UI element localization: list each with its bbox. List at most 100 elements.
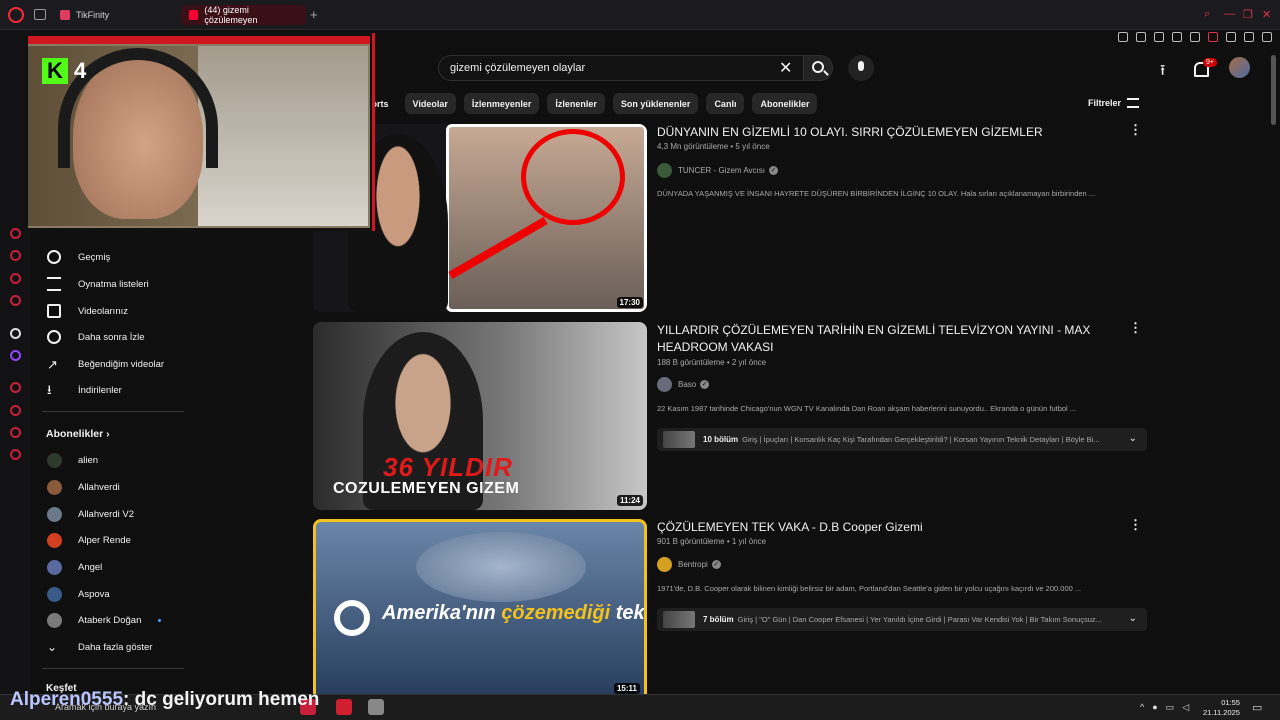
download-icon: ⭳: [47, 382, 52, 397]
clear-search-icon[interactable]: ✕: [779, 58, 792, 78]
sidebar-app-icon[interactable]: [10, 328, 21, 339]
chevron-down-icon[interactable]: ⌄: [1129, 433, 1137, 444]
sidebar-sub-allahverdi-v2[interactable]: Allahverdi V2: [30, 501, 190, 527]
more-options-icon[interactable]: ⋮: [1129, 122, 1142, 138]
search-icon[interactable]: ⌕: [1204, 8, 1210, 21]
page-scrollbar[interactable]: [1271, 55, 1276, 125]
pin-icon[interactable]: [1118, 32, 1128, 42]
chip-recent[interactable]: Son yüklenenler: [612, 93, 699, 114]
notification-center-icon[interactable]: ▭: [1252, 701, 1262, 714]
webcam-frame: [28, 36, 370, 44]
sidebar-app-icon[interactable]: [10, 228, 21, 239]
history-icon[interactable]: [10, 405, 21, 416]
volume-icon[interactable]: ◁: [1182, 702, 1189, 713]
chapters-bar[interactable]: 10 bölüm Giriş | İpuçları | Korsanlık Ka…: [657, 428, 1147, 451]
tab-label: (44) gizemi çözülemeyen: [204, 5, 258, 25]
pinboard-icon[interactable]: [1208, 32, 1218, 42]
chip-subscriptions[interactable]: Abonelikler: [752, 93, 818, 114]
shield-icon[interactable]: [1154, 32, 1164, 42]
download-icon[interactable]: [1244, 32, 1254, 42]
minimize-icon[interactable]: —: [1224, 8, 1235, 20]
channel-link[interactable]: TUNCER - Gizem Avcısı ✓: [657, 163, 778, 178]
sidebar-sub-alper-rende[interactable]: Alper Rende: [30, 527, 190, 553]
create-upload-icon[interactable]: ⭱: [1160, 60, 1165, 85]
channel-name: TUNCER - Gizem Avcısı: [678, 166, 765, 175]
subscription-name: Alper Rende: [78, 534, 131, 546]
chip-live[interactable]: Canlı: [706, 93, 745, 114]
sidebar-item-downloads[interactable]: ⭳ İndirilenler: [30, 377, 190, 403]
sidebar-item-liked-videos[interactable]: Beğendiğim videolar: [30, 351, 190, 377]
search-button[interactable]: [803, 55, 833, 81]
filters-button[interactable]: Filtreler: [1088, 98, 1140, 108]
heart-icon[interactable]: [1190, 32, 1200, 42]
chip-unwatched[interactable]: İzlenmeyenler: [463, 93, 540, 114]
sidebar-app-icon[interactable]: [10, 382, 21, 393]
channel-link[interactable]: Bentropi ✓: [657, 557, 721, 572]
chapters-bar[interactable]: 7 bölüm Giriş | "O" Gün | Dan Cooper Efs…: [657, 608, 1147, 631]
twitch-icon[interactable]: [10, 350, 21, 361]
sidebar-app-icon[interactable]: [10, 250, 21, 261]
sidebar-sub-angel[interactable]: Angel: [30, 554, 190, 580]
channel-avatar: [657, 377, 672, 392]
browser-tab-tikfinity[interactable]: TikFinity: [52, 5, 177, 25]
profile-icon[interactable]: [1226, 32, 1236, 42]
sidebar-sub-ataberk-dogan[interactable]: Ataberk Doğan: [30, 607, 190, 633]
more-options-icon[interactable]: ⋮: [1129, 519, 1142, 533]
browser-tab-youtube[interactable]: (44) gizemi çözülemeyen: [181, 5, 306, 25]
system-tray: ^ ● ▭ ◁: [1140, 702, 1189, 713]
chevron-down-icon[interactable]: ⌄: [1129, 613, 1137, 624]
sidebar-app-icon[interactable]: [10, 295, 21, 306]
maximize-icon[interactable]: ❐: [1243, 8, 1253, 21]
menu-icon[interactable]: [1262, 32, 1272, 42]
settings-icon[interactable]: [10, 449, 21, 460]
sidebar-item-history[interactable]: Geçmiş: [30, 244, 190, 270]
history-icon: [47, 250, 61, 264]
sidebar-sub-alien[interactable]: alien: [30, 447, 190, 473]
subscriptions-header[interactable]: Abonelikler ›: [46, 428, 110, 440]
sidebar-app-icon[interactable]: [10, 273, 21, 284]
video-duration: 17:30: [616, 297, 643, 308]
show-more-button[interactable]: ⌄ Daha fazla göster: [30, 634, 190, 660]
sidebar-app-icon[interactable]: [10, 427, 21, 438]
network-icon[interactable]: ▭: [1166, 702, 1175, 713]
new-tab-button[interactable]: +: [310, 8, 318, 21]
sidebar-sub-aspova[interactable]: Aspova: [30, 581, 190, 607]
video-title[interactable]: YILLARDIR ÇÖZÜLEMEYEN TARİHİN EN GİZEMLİ…: [657, 322, 1107, 356]
video-title[interactable]: ÇÖZÜLEMEYEN TEK VAKA - D.B Cooper Gizemi: [657, 519, 1107, 536]
video-thumbnail[interactable]: 36 YILDIR COZULEMEYEN GIZEM 11:24: [313, 322, 647, 510]
chip-videos[interactable]: Videolar: [404, 93, 456, 114]
account-avatar[interactable]: [1229, 57, 1250, 78]
chip-watched[interactable]: İzlenenler: [547, 93, 605, 114]
tab-workspaces-icon[interactable]: [34, 9, 46, 20]
channel-link[interactable]: Baso ✓: [657, 377, 710, 392]
filters-label: Filtreler: [1088, 98, 1122, 108]
taskbar-app-icon[interactable]: [336, 699, 352, 715]
sidebar-item-your-videos[interactable]: Videolarınız: [30, 298, 190, 324]
snapshot-icon[interactable]: [1136, 32, 1146, 42]
thumbnail-text-highlight: çözemediği: [501, 602, 611, 624]
video-description: 1971'de, D.B. Cooper olarak bilinen kiml…: [657, 584, 1082, 593]
microphone-icon[interactable]: ●: [1152, 702, 1157, 713]
voice-search-icon[interactable]: [848, 55, 874, 81]
chevron-up-icon[interactable]: ^: [1140, 702, 1144, 713]
search-box[interactable]: gizemi çözülemeyen olaylar ✕: [438, 55, 803, 81]
close-icon[interactable]: ✕: [1262, 8, 1271, 21]
channel-name: Baso: [678, 380, 697, 389]
video-title[interactable]: DÜNYANIN EN GİZEMLİ 10 OLAYI. SIRRI ÇÖZÜ…: [657, 124, 1107, 141]
notifications-badge: 9+: [1203, 58, 1217, 67]
more-options-icon[interactable]: ⋮: [1129, 320, 1142, 336]
player-icon[interactable]: [1172, 32, 1182, 42]
search-input[interactable]: gizemi çözülemeyen olaylar: [450, 62, 585, 74]
avatar: [47, 612, 62, 628]
sidebar-sub-allahverdi[interactable]: Allahverdi: [30, 474, 190, 500]
video-thumbnail[interactable]: Amerika'nın çözemediği tek dava 15:11: [313, 519, 647, 694]
taskbar-clock[interactable]: 01:55 21.11.2025: [1203, 698, 1240, 718]
filter-chips: horts Videolar İzlenmeyenler İzlenenler …: [364, 93, 818, 114]
taskbar-app-icon[interactable]: [368, 699, 384, 715]
chapter-thumbnail: [663, 431, 695, 448]
opera-logo-icon[interactable]: [8, 7, 24, 23]
sidebar-item-watch-later[interactable]: Daha sonra İzle: [30, 324, 190, 350]
sidebar-item-playlists[interactable]: Oynatma listeleri: [30, 271, 190, 297]
like-icon: [47, 357, 61, 371]
chevron-down-icon: ⌄: [47, 640, 58, 654]
